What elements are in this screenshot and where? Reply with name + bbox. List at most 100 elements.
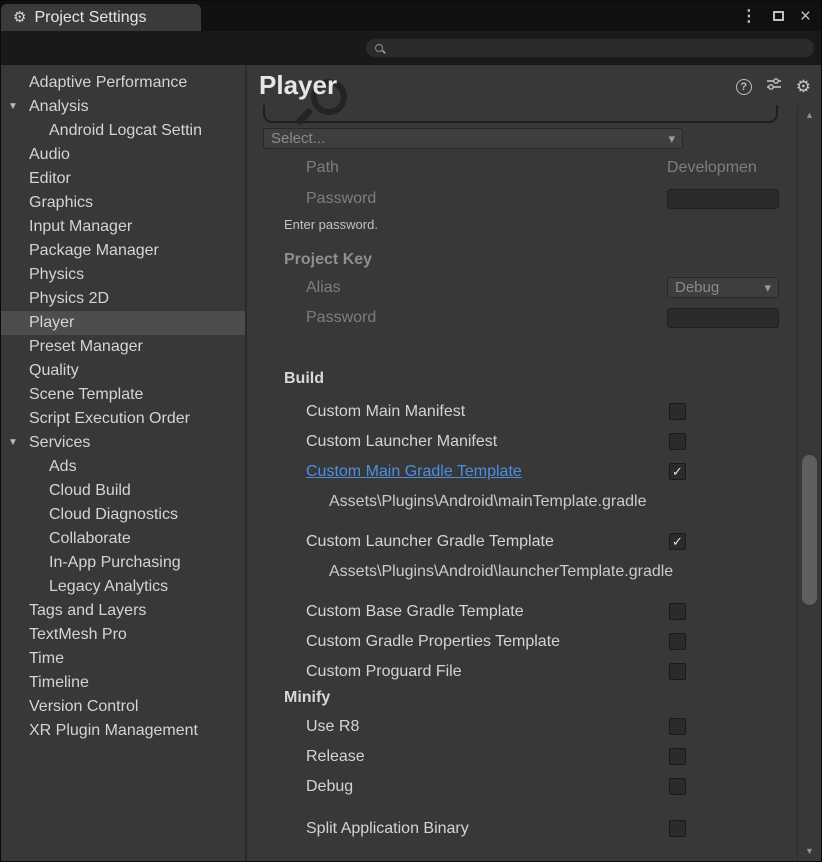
sidebar-item[interactable]: Android Logcat Settin — [1, 119, 245, 143]
sidebar-item[interactable]: XR Plugin Management — [1, 719, 245, 743]
sidebar-item-label: Quality — [29, 362, 79, 379]
sidebar-item-label: Script Execution Order — [29, 410, 190, 427]
checkbox-label: Split Application Binary — [306, 814, 469, 844]
checkbox-label[interactable]: Custom Proguard File — [306, 657, 462, 687]
keystore-select-dropdown[interactable]: Select... — [263, 128, 683, 149]
sidebar-item[interactable]: Timeline — [1, 671, 245, 695]
sidebar-item[interactable]: Tags and Layers — [1, 599, 245, 623]
alias-dropdown[interactable]: Debug — [667, 277, 779, 298]
chevron-down-icon — [668, 130, 675, 147]
checkbox-label: Use R8 — [306, 712, 359, 742]
checkbox[interactable] — [669, 603, 686, 620]
sidebar-item[interactable]: Audio — [1, 143, 245, 167]
search-input[interactable] — [390, 39, 806, 57]
scroll-thumb[interactable] — [802, 455, 817, 605]
gear-icon[interactable]: ⚙ — [796, 78, 811, 95]
checkbox[interactable] — [669, 533, 686, 550]
foldout-arrow-icon[interactable] — [8, 431, 18, 455]
sidebar-item-label: Analysis — [29, 98, 89, 115]
checkbox[interactable] — [669, 403, 686, 420]
checkbox-label[interactable]: Custom Main Gradle Template — [306, 457, 522, 487]
sidebar-item[interactable]: Editor — [1, 167, 245, 191]
checkbox[interactable] — [669, 663, 686, 680]
checkbox-row: Custom Launcher Manifest — [247, 427, 797, 457]
sidebar-item[interactable]: Time — [1, 647, 245, 671]
sidebar-item[interactable]: TextMesh Pro — [1, 623, 245, 647]
checkbox-label[interactable]: Custom Gradle Properties Template — [306, 627, 560, 657]
sidebar-item[interactable]: Adaptive Performance — [1, 71, 245, 95]
sidebar-item-label: XR Plugin Management — [29, 722, 198, 739]
chevron-down-icon — [764, 279, 771, 296]
sidebar-item[interactable]: Preset Manager — [1, 335, 245, 359]
checkbox[interactable] — [669, 433, 686, 450]
scroll-up-icon[interactable] — [798, 110, 821, 120]
project-key-password-input[interactable] — [667, 308, 779, 328]
sidebar-item-label: Legacy Analytics — [49, 578, 168, 595]
sidebar-item[interactable]: Quality — [1, 359, 245, 383]
sidebar-item-label: Package Manager — [29, 242, 159, 259]
sidebar-item[interactable]: Version Control — [1, 695, 245, 719]
sidebar-item[interactable]: Ads — [1, 455, 245, 479]
sidebar-item[interactable]: Graphics — [1, 191, 245, 215]
checkbox-row: Custom Launcher Gradle Template — [247, 527, 797, 557]
sidebar-item-label: TextMesh Pro — [29, 626, 127, 643]
checkbox-row: Use R8 — [247, 712, 797, 742]
build-option-block: Custom Base Gradle Template — [247, 597, 797, 627]
checkbox-row: Custom Proguard File — [247, 657, 797, 687]
sidebar-item[interactable]: Input Manager — [1, 215, 245, 239]
sidebar-item[interactable]: Analysis — [1, 95, 245, 119]
sidebar-item-label: Physics — [29, 266, 84, 283]
close-icon[interactable]: × — [800, 7, 811, 26]
path-value: Developmen — [667, 157, 780, 179]
scrollbar[interactable] — [797, 105, 821, 861]
sidebar-item[interactable]: Scene Template — [1, 383, 245, 407]
tab-project-settings[interactable]: ⚙ Project Settings — [1, 4, 201, 31]
build-option-block: Custom Main Manifest — [247, 397, 797, 427]
sidebar-item[interactable]: Legacy Analytics — [1, 575, 245, 599]
checkbox[interactable] — [669, 718, 686, 735]
keystore-password-input[interactable] — [667, 189, 779, 209]
sidebar-item[interactable]: In-App Purchasing — [1, 551, 245, 575]
build-option-block: Custom Main Gradle Template Assets\Plugi… — [247, 457, 797, 519]
sidebar-item[interactable]: Physics — [1, 263, 245, 287]
scroll-down-icon[interactable] — [798, 846, 821, 856]
preset-icon[interactable] — [766, 77, 782, 96]
gradle-path: Assets\Plugins\Android\launcherTemplate.… — [247, 557, 797, 589]
checkbox[interactable] — [669, 748, 686, 765]
password-label: Password — [306, 307, 376, 329]
menu-icon[interactable]: ⋮ — [741, 6, 757, 26]
help-icon[interactable]: ? — [736, 79, 752, 95]
checkbox-label[interactable]: Custom Launcher Gradle Template — [306, 527, 554, 557]
project-settings-window: ⚙ Project Settings ⋮ × Adaptive Performa… — [0, 0, 822, 862]
checkbox[interactable] — [669, 633, 686, 650]
checkbox-label[interactable]: Custom Launcher Manifest — [306, 427, 497, 457]
sidebar-item[interactable]: Player — [1, 311, 245, 335]
sidebar-item-label: Services — [29, 434, 90, 451]
sidebar-item[interactable]: Cloud Build — [1, 479, 245, 503]
sidebar-item-label: Timeline — [29, 674, 89, 691]
sidebar-item[interactable]: Package Manager — [1, 239, 245, 263]
content-panel: Player ? ⚙ Se — [247, 65, 821, 861]
sidebar-item[interactable]: Physics 2D — [1, 287, 245, 311]
checkbox-label[interactable]: Custom Base Gradle Template — [306, 597, 524, 627]
foldout-arrow-icon[interactable] — [8, 95, 18, 119]
content-header: Player ? ⚙ — [247, 65, 821, 105]
header-icons: ? ⚙ — [736, 77, 811, 96]
alias-row: Alias Debug — [247, 277, 797, 299]
checkbox-label[interactable]: Custom Main Manifest — [306, 397, 465, 427]
settings-scroll-area: Select... Path Developmen Password Enter… — [247, 105, 797, 861]
sidebar-item-label: Version Control — [29, 698, 138, 715]
keystore-path-row: Path Developmen — [247, 157, 797, 179]
checkbox-row: Custom Main Gradle Template — [247, 457, 797, 487]
alias-label: Alias — [306, 277, 341, 299]
sidebar-item[interactable]: Collaborate — [1, 527, 245, 551]
sidebar-item-label: Audio — [29, 146, 70, 163]
sidebar-item[interactable]: Cloud Diagnostics — [1, 503, 245, 527]
sidebar-item[interactable]: Services — [1, 431, 245, 455]
checkbox[interactable] — [669, 463, 686, 480]
checkbox[interactable] — [669, 820, 686, 837]
search-bar[interactable] — [365, 38, 815, 58]
sidebar-item[interactable]: Script Execution Order — [1, 407, 245, 431]
checkbox[interactable] — [669, 778, 686, 795]
maximize-icon[interactable] — [773, 11, 784, 21]
